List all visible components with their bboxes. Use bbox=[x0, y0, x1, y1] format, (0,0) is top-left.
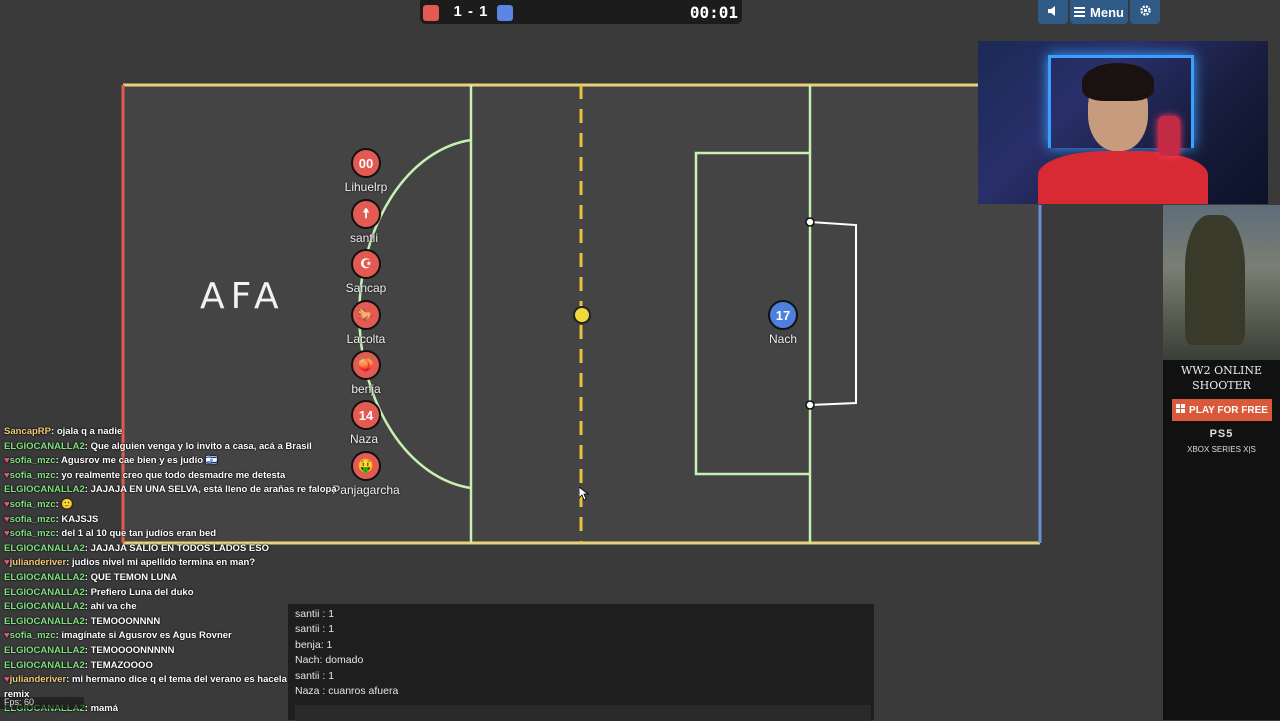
chat-text: TEMOOONNNN bbox=[90, 615, 161, 627]
chat-message: ELGIOCANALLA2: Prefiero Luna del duko bbox=[4, 586, 404, 601]
fps-counter: Fps: 60 bbox=[0, 697, 84, 709]
chat-username: ELGIOCANALLA2 bbox=[4, 542, 85, 554]
chat-message: ELGIOCANALLA2: Que alguien venga y lo in… bbox=[4, 440, 404, 455]
chat-username: sofia_mzc bbox=[9, 455, 56, 467]
goal-post-bottom bbox=[805, 400, 815, 410]
chat-text: yo realmente creo que todo desmadre me d… bbox=[61, 469, 286, 481]
chat-text: ojala q a nadie bbox=[56, 426, 123, 437]
player-disc: ☨ bbox=[351, 199, 381, 229]
chat-username: ELGIOCANALLA2 bbox=[4, 601, 85, 613]
ad-title: WW2 ONLINE SHOOTER bbox=[1180, 364, 1263, 392]
player-name: Lacolta bbox=[346, 332, 386, 346]
player-disc: 17 bbox=[768, 300, 798, 330]
chat-text: judios nivel mi apellido termina en man? bbox=[71, 557, 256, 569]
chat-username: sofia_mzc bbox=[9, 528, 56, 540]
microphone bbox=[1158, 116, 1180, 156]
chat-text: Que alguien venga y lo invito a casa, ac… bbox=[90, 440, 312, 452]
chat-text: TEMAZOOOO bbox=[90, 659, 153, 671]
chat-text: JAJAJA SALIO EN TODOS LADOS ESO bbox=[90, 542, 269, 554]
blue-goal-net bbox=[809, 221, 857, 406]
chat-username: sofia_mzc bbox=[9, 513, 56, 525]
chat-text: QUE TEMON LUNA bbox=[90, 571, 178, 583]
chat-message: SancapRP: ojala q a nadie bbox=[4, 425, 404, 440]
chat-message: ♥sofia_mzc: KAJSJS bbox=[4, 513, 404, 528]
streamer-hair bbox=[1082, 63, 1154, 101]
chat-text: imagínate si Agusrov es Agus Rovner bbox=[61, 630, 232, 642]
player-disc: 🐎 bbox=[351, 300, 381, 330]
ad-button-label: PLAY FOR FREE bbox=[1189, 404, 1268, 416]
player-name: benja bbox=[351, 382, 381, 396]
chat-message: ♥sofia_mzc: yo realmente creo que todo d… bbox=[4, 469, 404, 484]
game-chat-input[interactable] bbox=[295, 705, 871, 721]
ad-image bbox=[1163, 205, 1280, 360]
game-chat-line: Nach: domado bbox=[295, 654, 364, 667]
chat-username: ELGIOCANALLA2 bbox=[4, 586, 85, 598]
chat-text: TEMOOOONNNNN bbox=[90, 644, 175, 656]
chat-message: ELGIOCANALLA2: JAJAJA EN UNA SELVA, está… bbox=[4, 483, 404, 498]
chat-username: ELGIOCANALLA2 bbox=[4, 615, 85, 627]
ad-play-button[interactable]: PLAY FOR FREE bbox=[1172, 399, 1272, 421]
soldier-figure bbox=[1185, 215, 1245, 345]
streamer-shirt bbox=[1038, 151, 1208, 204]
chat-message: ♥sofia_mzc: 🙂 bbox=[4, 498, 404, 513]
field-logo: AFA bbox=[200, 276, 285, 317]
chat-text: ahí va che bbox=[90, 601, 137, 613]
game-chat-line: santii : 1 bbox=[295, 669, 335, 682]
player-disc: 🍑 bbox=[351, 350, 381, 380]
ps5-logo: PS5 bbox=[1209, 428, 1234, 440]
chat-username: ELGIOCANALLA2 bbox=[4, 659, 85, 671]
chat-username: ELGIOCANALLA2 bbox=[4, 440, 85, 452]
chat-text: KAJSJS bbox=[61, 513, 99, 525]
chat-username: sofia_mzc bbox=[9, 469, 56, 481]
chat-message: ♥sofia_mzc: Agusrov me cae bien y es jud… bbox=[4, 454, 404, 469]
game-chat-line: benja: 1 bbox=[295, 638, 333, 651]
player-disc: ☪ bbox=[351, 249, 381, 279]
player-name: santii bbox=[349, 231, 378, 245]
game-chat-line: santii : 1 bbox=[295, 608, 335, 620]
player-name: Sancap bbox=[345, 281, 387, 295]
game-chat-messages: santii : 1 santii : 1 benja: 1 Nach: domado… bbox=[295, 607, 398, 699]
webcam-overlay bbox=[978, 41, 1268, 204]
chat-username: sofia_mzc bbox=[9, 498, 56, 510]
chat-username: ELGIOCANALLA2 bbox=[4, 571, 85, 583]
chat-username: ELGIOCANALLA2 bbox=[4, 484, 85, 496]
chat-username: julianderiver bbox=[9, 674, 67, 686]
game-chat-line: Naza : cuanros afuera bbox=[295, 685, 399, 698]
goal-post-top bbox=[805, 217, 815, 227]
chat-text: 🙂 bbox=[61, 498, 74, 510]
game-chat: santii : 1 santii : 1 benja: 1 Nach: domado… bbox=[288, 604, 874, 721]
mouse-cursor-icon bbox=[578, 486, 590, 504]
windows-icon bbox=[1176, 404, 1186, 416]
chat-text: Agusrov me cae bien y es judío 🇮🇱 bbox=[61, 455, 218, 467]
chat-username: ELGIOCANALLA2 bbox=[4, 644, 85, 656]
ad-banner[interactable]: WW2 ONLINE SHOOTER PLAY FOR FREE PS5 XBO… bbox=[1163, 205, 1280, 720]
chat-text: Prefiero Luna del duko bbox=[90, 586, 194, 598]
chat-username: sofia_mzc bbox=[9, 630, 56, 642]
player-name: Lihuelrp bbox=[344, 180, 388, 194]
chat-username: julianderiver bbox=[9, 557, 67, 569]
chat-message: ELGIOCANALLA2: JAJAJA SALIO EN TODOS LAD… bbox=[4, 542, 404, 557]
player-disc: 00 bbox=[351, 148, 381, 178]
chat-message: ELGIOCANALLA2: QUE TEMON LUNA bbox=[4, 571, 404, 586]
chat-text: del 1 al 10 que tan judíos eran bed bbox=[61, 528, 217, 540]
player-name: Nach bbox=[768, 332, 797, 346]
chat-message: ♥julianderiver: judios nivel mi apellido… bbox=[4, 556, 404, 571]
game-chat-line: santii : 1 bbox=[295, 623, 335, 636]
xbox-logo: XBOX SERIES X|S bbox=[1187, 445, 1256, 454]
chat-message: ♥sofia_mzc: del 1 al 10 que tan judíos e… bbox=[4, 527, 404, 542]
chat-username: SancapRP bbox=[4, 426, 51, 437]
ball bbox=[573, 306, 591, 324]
chat-text: JAJAJA EN UNA SELVA, está lleno de araña… bbox=[90, 484, 337, 496]
chat-text: mamá bbox=[90, 703, 119, 715]
